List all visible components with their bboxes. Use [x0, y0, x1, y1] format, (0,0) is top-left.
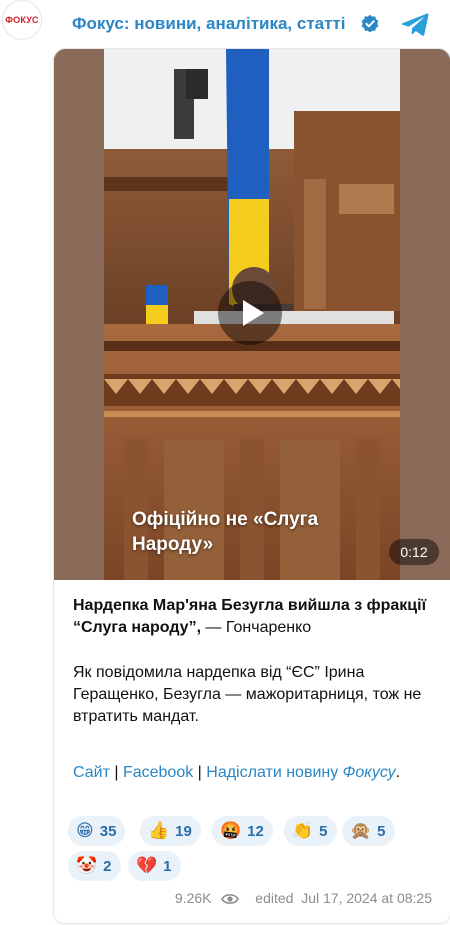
play-icon — [243, 300, 264, 326]
link-send-news[interactable]: Надіслати новину — [206, 764, 338, 781]
reaction-count: 35 — [99, 822, 117, 840]
reaction-count: 12 — [247, 822, 264, 840]
reaction-count: 19 — [175, 822, 192, 840]
channel-title[interactable]: Фокус: новини, аналітика, статті — [72, 14, 346, 34]
link-separator: | — [193, 764, 207, 781]
video-duration-badge: 0:12 — [389, 539, 439, 565]
reaction-chip[interactable]: 👏 5 — [284, 816, 337, 846]
view-count: 9.26K — [174, 890, 212, 906]
message-meta: 9.26K edited Jul 17, 2024 at 08:25 — [54, 890, 432, 906]
channel-header: ФОКУС Фокус: новини, аналітика, статті — [0, 0, 450, 48]
video-caption: Офіційно не «Слуга Народу» — [132, 509, 319, 555]
reaction-emoji: 🙊 — [350, 821, 372, 840]
link-end: . — [395, 764, 401, 781]
headline-rest: — Гончаренко — [201, 619, 312, 636]
eye-icon — [221, 894, 240, 904]
channel-avatar[interactable]: ФОКУС — [2, 0, 42, 40]
post-body: Як повідомила нардепка від “ЄС” Ірина Ге… — [73, 664, 422, 725]
reaction-chip[interactable]: 🙊 5 — [342, 816, 395, 846]
link-facebook[interactable]: Facebook — [123, 764, 193, 781]
video-preview[interactable]: Офіційно не «Слуга Народу» 0:12 — [54, 49, 450, 580]
reaction-chip[interactable]: 🤬 12 — [212, 816, 273, 846]
telegram-logo-icon[interactable] — [400, 9, 430, 39]
play-button[interactable] — [218, 281, 282, 345]
post-links: Сайт | Facebook | Надіслати новину Фокус… — [73, 762, 433, 784]
reaction-count: 5 — [319, 822, 328, 840]
reaction-emoji: 😁 — [76, 821, 94, 840]
reaction-emoji: 💔 — [136, 856, 158, 875]
reaction-chip[interactable]: 👍 19 — [140, 816, 201, 846]
reaction-chip[interactable]: 💔 1 — [128, 851, 181, 881]
reaction-emoji: 👏 — [292, 821, 314, 840]
verified-badge-icon — [361, 14, 379, 33]
post-headline: Нардепка Мар'яна Безугла вийшла з фракці… — [73, 595, 433, 639]
reaction-emoji: 🤡 — [76, 856, 98, 875]
edited-label: edited — [255, 890, 294, 906]
link-separator: | — [109, 764, 123, 781]
link-site[interactable]: Сайт — [73, 764, 110, 781]
reaction-count: 2 — [103, 857, 112, 875]
avatar-logo-text: ФОКУС — [5, 15, 39, 25]
message-date: Jul 17, 2024 at 08:25 — [301, 890, 432, 906]
reaction-chip[interactable]: 😁 35 — [68, 816, 126, 846]
reaction-emoji: 👍 — [148, 821, 170, 840]
reaction-emoji: 🤬 — [220, 821, 242, 840]
message-card: Офіційно не «Слуга Народу» 0:12 Нардепка… — [53, 48, 450, 924]
reaction-count: 5 — [377, 822, 386, 840]
link-focus[interactable]: Фокусу — [343, 764, 396, 781]
reaction-chip[interactable]: 🤡 2 — [68, 851, 121, 881]
reaction-count: 1 — [163, 857, 172, 875]
